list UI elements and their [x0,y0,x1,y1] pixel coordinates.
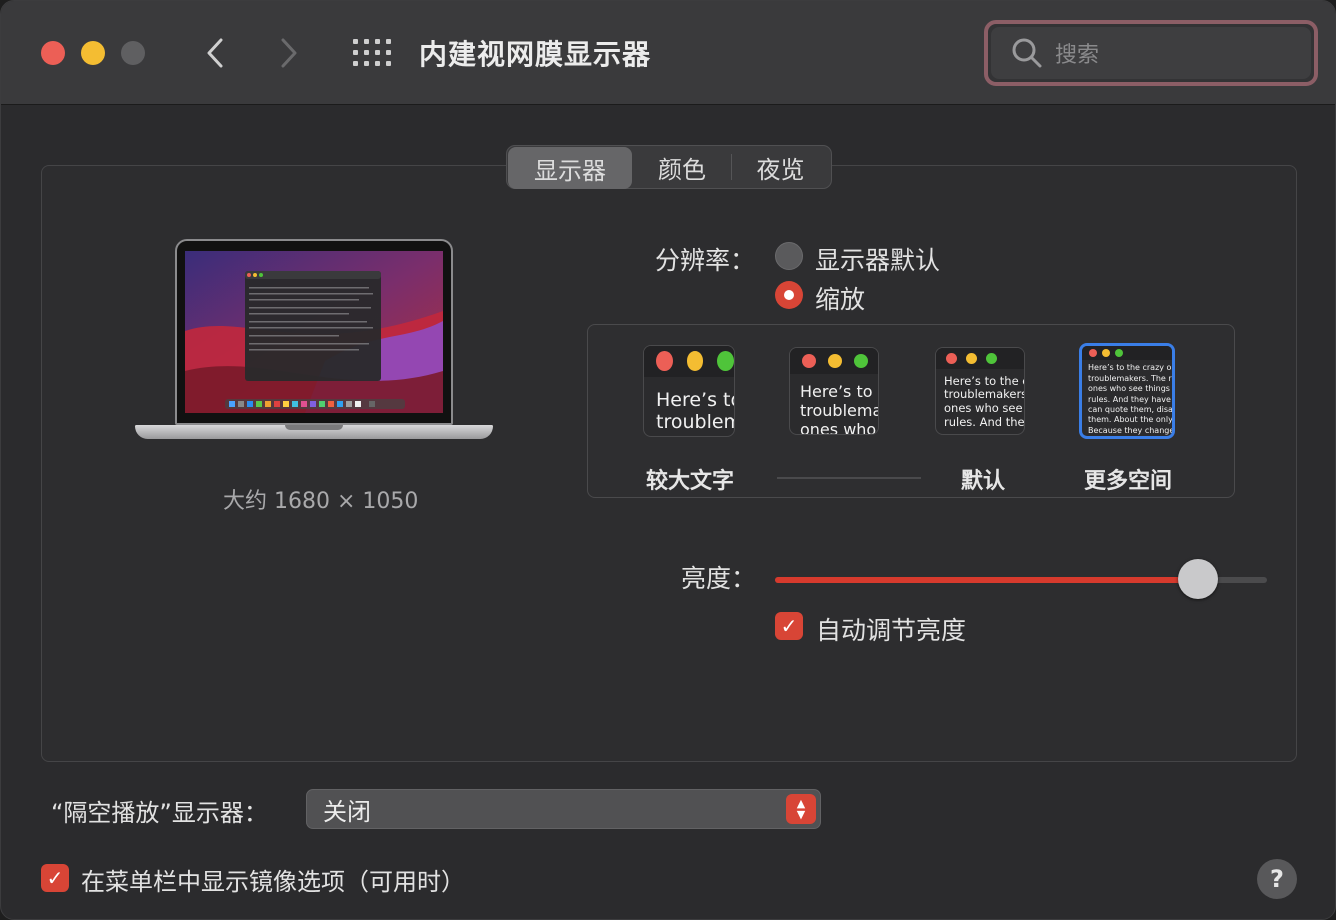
search-placeholder: 搜索 [1055,43,1100,68]
chevron-right-icon [281,38,297,68]
title-bar: 内建视网膜显示器 搜索 [1,1,1335,105]
brightness-slider-fill [775,577,1199,583]
tab-night-shift[interactable]: 夜览 [731,154,829,184]
tab-display[interactable]: 显示器 [508,147,632,189]
scale-label-larger-text: 较大文字 [646,469,735,494]
back-button[interactable] [195,31,235,75]
macbook-illustration [135,237,493,453]
mirror-option-label[interactable]: 在菜单栏中显示镜像选项（可用时） [81,862,465,897]
show-all-grid-icon[interactable] [353,39,391,67]
airplay-display-label: “隔空播放”显示器： [51,799,268,827]
brightness-label: 亮度： [681,564,757,593]
radio-display-default[interactable] [775,242,803,270]
resolution-caption: 大约 1680 × 1050 [223,489,419,514]
help-button[interactable]: ? [1257,859,1297,899]
minimize-button[interactable] [81,41,105,65]
airplay-display-select[interactable]: 关闭 ▲ ▼ [306,789,821,829]
brightness-slider-knob[interactable] [1178,559,1219,599]
tab-bar: 显示器 颜色 夜览 [506,145,832,189]
scale-label-default: 默认 [961,469,1006,494]
scale-divider [777,477,921,479]
tab-color[interactable]: 颜色 [633,146,731,188]
radio-scaled[interactable] [775,281,803,309]
resolution-label: 分辨率： [655,246,756,275]
scale-label-more-space: 更多空间 [1084,469,1173,494]
scale-option-larger-text[interactable]: Here’s to troublem [643,345,735,437]
radio-scaled-label[interactable]: 缩放 [815,280,865,316]
scale-option-2[interactable]: Here’s to t troublema ones who [789,347,879,435]
radio-display-default-label[interactable]: 显示器默认 [815,241,940,277]
system-preferences-window: 内建视网膜显示器 搜索 显示器 颜色 夜览 大约 1680 × 1050 分辨率… [0,0,1336,920]
chevron-left-icon [207,38,223,68]
scale-option-default[interactable]: Here’s to the cr troublemakers. ones who… [935,347,1025,435]
brightness-slider[interactable] [775,559,1267,599]
scale-option-more-space[interactable]: Here’s to the crazy one troublemakers. T… [1079,343,1175,439]
search-field[interactable]: 搜索 [984,20,1318,86]
auto-brightness-checkbox[interactable]: ✓ [775,612,803,640]
zoom-button[interactable] [121,41,145,65]
airplay-display-value: 关闭 [323,797,371,826]
search-icon [1012,38,1042,68]
close-button[interactable] [41,41,65,65]
window-title: 内建视网膜显示器 [419,38,652,71]
mirror-option-checkbox[interactable]: ✓ [41,864,69,892]
auto-brightness-label[interactable]: 自动调节亮度 [816,611,966,647]
forward-button[interactable] [269,31,309,75]
select-arrows-icon: ▲ ▼ [786,794,816,824]
